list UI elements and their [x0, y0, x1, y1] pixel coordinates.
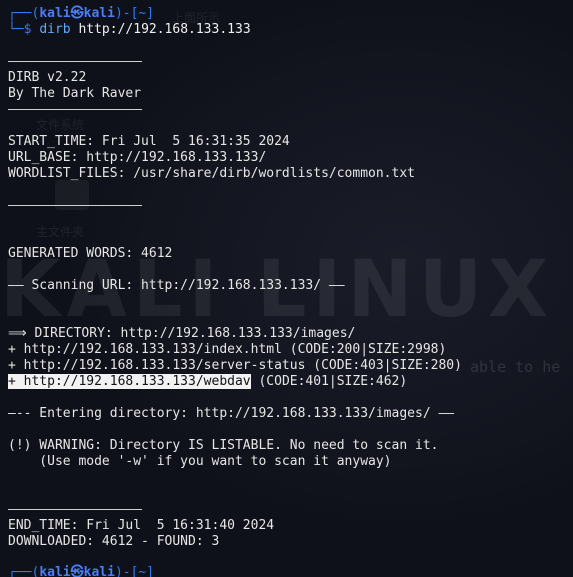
result-line: + http://192.168.133.133/server-status (…: [8, 358, 462, 373]
result-line-webdav[interactable]: + http://192.168.133.133/webdav (CODE:40…: [8, 374, 407, 390]
watermark-tagline: able to he: [470, 358, 561, 376]
prompt-top-line-next: ┌──(kali㉿kali)-[~]: [8, 565, 155, 577]
separator: [8, 109, 142, 110]
entering-directory: —-- Entering directory: http://192.168.1…: [8, 406, 455, 421]
downloaded-summary: DOWNLOADED: 4612 - FOUND: 3: [8, 534, 220, 549]
banner-author: By The Dark Raver: [8, 86, 142, 101]
directory-found: ⟹ DIRECTORY: http://192.168.133.133/imag…: [8, 326, 356, 341]
warning-hint: (Use mode '-w' if you want to scan it an…: [8, 454, 392, 469]
prompt-user: kali㉿kali: [39, 6, 115, 21]
command-name: dirb: [39, 22, 71, 37]
separator: [8, 509, 142, 510]
ghost-label-filesystem: 文件系统: [36, 118, 85, 132]
url-base: URL_BASE: http://192.168.133.133/: [8, 150, 267, 165]
separator: [8, 61, 142, 62]
terminal-window[interactable]: KALI LINUX able to he 上面所示 文件系统 主文件夹 ┌──…: [0, 0, 573, 577]
result-line: + http://192.168.133.133/index.html (COD…: [8, 342, 447, 357]
generated-words: GENERATED WORDS: 4612: [8, 246, 173, 261]
banner-title: DIRB v2.22: [8, 70, 87, 85]
selected-text[interactable]: + http://192.168.133.133/webdav: [8, 374, 251, 389]
end-time: END_TIME: Fri Jul 5 16:31:40 2024: [8, 518, 275, 533]
wordlist-files: WORDLIST_FILES: /usr/share/dirb/wordlist…: [8, 166, 415, 181]
prompt-command-line: └─$ dirb http://192.168.133.133: [8, 22, 251, 37]
separator: [8, 205, 142, 206]
start-time: START_TIME: Fri Jul 5 16:31:35 2024: [8, 134, 290, 149]
command-argument: http://192.168.133.133: [78, 22, 251, 37]
scanning-url: —— Scanning URL: http://192.168.133.133/…: [8, 278, 345, 293]
warning-listable: (!) WARNING: Directory IS LISTABLE. No n…: [8, 438, 439, 453]
prompt-top-line: ┌──(kali㉿kali)-[~]: [8, 6, 155, 21]
ghost-label-home: 主文件夹: [36, 225, 85, 239]
